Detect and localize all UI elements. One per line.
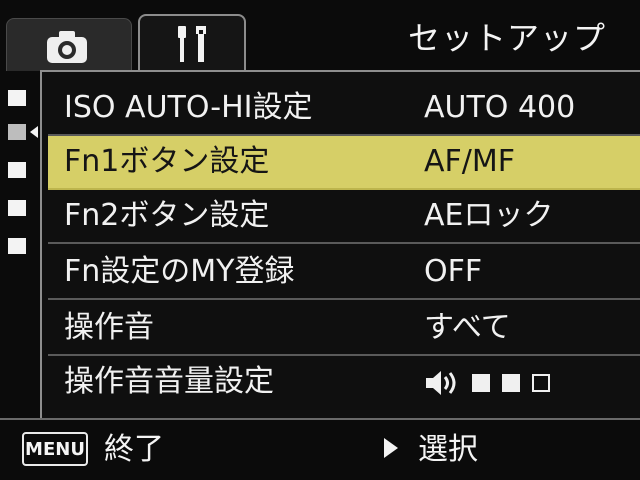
page-pointer-icon [30, 126, 38, 138]
volume-indicator [424, 366, 550, 400]
menu-button[interactable]: MENU [22, 432, 88, 466]
volume-segment-1 [472, 374, 490, 392]
speaker-icon [426, 371, 456, 395]
menu-item-value: OFF [424, 254, 483, 289]
page-title: セットアップ [408, 19, 607, 57]
menu-item-iso-auto-hi[interactable]: ISO AUTO-HI設定 AUTO 400 [48, 82, 640, 136]
volume-segment-2 [502, 374, 520, 392]
volume-segment-3 [532, 374, 550, 392]
menu-item-operation-sound[interactable]: 操作音 すべて [48, 302, 640, 356]
menu-item-value: すべて [424, 310, 511, 345]
menu-item-label: Fn設定のMY登録 [64, 254, 295, 289]
page-indicator-5 [8, 238, 26, 254]
menu-item-label: 操作音音量設定 [64, 364, 274, 399]
exit-label: 終了 [104, 432, 164, 467]
menu-item-value: AF/MF [424, 144, 516, 179]
menu-item-fn-my-register[interactable]: Fn設定のMY登録 OFF [48, 246, 640, 300]
menu-item-fn2-button[interactable]: Fn2ボタン設定 AEロック [48, 190, 640, 244]
menu-item-fn1-button[interactable]: Fn1ボタン設定 AF/MF [48, 136, 640, 190]
page-indicator-2 [8, 124, 26, 140]
bottom-bar: MENU 終了 選択 [0, 418, 640, 480]
menu-item-value: AUTO 400 [424, 90, 576, 125]
page-indicator-4 [8, 200, 26, 216]
menu-item-label: ISO AUTO-HI設定 [64, 90, 313, 125]
camera-icon [47, 31, 87, 63]
menu-item-value: AEロック [424, 198, 554, 233]
setup-tab[interactable] [138, 14, 246, 74]
wrench-screwdriver-icon [178, 26, 206, 62]
page-indicator-3 [8, 162, 26, 178]
camera-setup-screen: セットアップ ISO AUTO-HI設定 AUTO 400 Fn1ボタン設定 A… [0, 0, 640, 480]
page-indicator-1 [8, 90, 26, 106]
menu-item-label: Fn2ボタン設定 [64, 198, 270, 233]
select-arrow-icon [384, 438, 398, 458]
menu-item-label: 操作音 [64, 310, 154, 345]
select-label: 選択 [418, 432, 478, 467]
menu-item-label: Fn1ボタン設定 [64, 144, 270, 179]
menu-item-operation-volume[interactable]: 操作音音量設定 [48, 356, 640, 408]
camera-tab[interactable] [6, 18, 132, 71]
